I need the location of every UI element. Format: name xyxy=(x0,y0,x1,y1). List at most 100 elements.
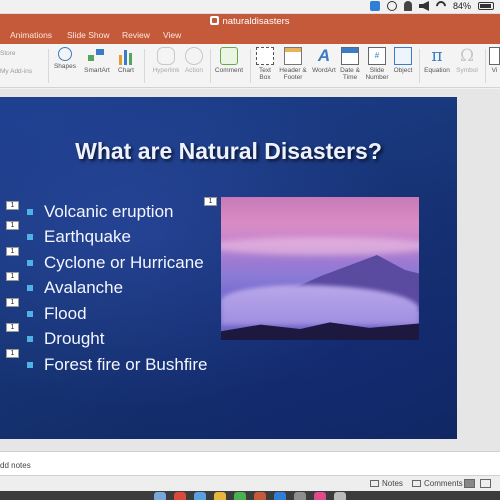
date-time-label: Date & Time xyxy=(340,67,360,81)
app-icon[interactable] xyxy=(174,492,186,500)
symbol-button[interactable]: Ω Symbol xyxy=(454,47,480,74)
text-box-button[interactable]: Text Box xyxy=(255,47,275,81)
animation-tag[interactable]: 1 xyxy=(6,298,19,307)
battery-percent: 84% xyxy=(452,1,471,11)
powerpoint-titlebar: naturaldisasters Animations Slide Show R… xyxy=(0,14,500,44)
action-icon xyxy=(185,47,203,65)
app-status-icon[interactable] xyxy=(369,1,380,11)
object-button[interactable]: Object xyxy=(392,47,414,74)
bullet-list[interactable]: Volcanic eruption Earthquake Cyclone or … xyxy=(27,199,207,378)
smartart-button[interactable]: SmartArt xyxy=(82,47,112,74)
photo-clouds xyxy=(221,237,419,255)
video-button[interactable]: Vi xyxy=(489,47,500,74)
bullet-text: Earthquake xyxy=(44,227,131,247)
app-icon[interactable] xyxy=(314,492,326,500)
app-icon[interactable] xyxy=(214,492,226,500)
slide[interactable]: What are Natural Disasters? Volcanic eru… xyxy=(0,97,457,439)
object-label: Object xyxy=(393,67,413,74)
animation-tag[interactable]: 1 xyxy=(6,247,19,256)
action-button[interactable]: Action xyxy=(183,47,205,74)
equation-button[interactable]: π Equation xyxy=(422,47,452,74)
trash-icon[interactable] xyxy=(334,492,346,500)
bullet-item[interactable]: Volcanic eruption xyxy=(27,199,207,225)
bullet-marker xyxy=(27,285,33,292)
bullet-item[interactable]: Avalanche xyxy=(27,276,207,302)
bullet-marker xyxy=(27,208,33,215)
finder-icon[interactable] xyxy=(154,492,166,500)
slide-sorter-icon[interactable] xyxy=(480,479,491,488)
notes-toggle-button[interactable]: Notes xyxy=(370,479,403,488)
app-icon[interactable] xyxy=(294,492,306,500)
notification-icon[interactable] xyxy=(403,1,412,11)
comment-button[interactable]: Comment xyxy=(214,47,244,74)
bullet-item[interactable]: Forest fire or Bushfire xyxy=(27,352,207,378)
date-time-button[interactable]: Date & Time xyxy=(339,47,361,81)
app-icon[interactable] xyxy=(194,492,206,500)
volume-icon[interactable] xyxy=(418,1,429,11)
text-box-label: Text Box xyxy=(259,67,271,81)
notes-label: Notes xyxy=(382,479,403,488)
animation-tag[interactable]: 1 xyxy=(6,272,19,281)
wifi-icon[interactable] xyxy=(433,0,449,14)
app-icon[interactable] xyxy=(234,492,246,500)
bullet-item[interactable]: Flood xyxy=(27,301,207,327)
notes-pane[interactable]: dd notes xyxy=(0,451,500,475)
bullet-item[interactable]: Cyclone or Hurricane xyxy=(27,250,207,276)
bullet-marker xyxy=(27,361,33,368)
comments-icon xyxy=(412,480,421,487)
slide-number-button[interactable]: # Slide Number xyxy=(364,47,390,81)
animation-tag[interactable]: 1 xyxy=(204,197,217,206)
animation-tag[interactable]: 1 xyxy=(6,201,19,210)
bullet-text: Forest fire or Bushfire xyxy=(44,354,208,374)
bullet-item[interactable]: Drought xyxy=(27,327,207,353)
status-icons: 84% xyxy=(369,0,494,14)
bullet-marker xyxy=(27,234,33,241)
chart-button[interactable]: Chart xyxy=(115,47,137,74)
my-addins-button[interactable]: My Add-ins xyxy=(0,68,32,75)
document-title: naturaldisasters xyxy=(0,16,500,27)
animation-tag[interactable]: 1 xyxy=(6,349,19,358)
ribbon-separator xyxy=(144,49,145,83)
date-time-icon xyxy=(341,47,359,65)
smartart-icon xyxy=(88,47,106,65)
header-footer-icon xyxy=(284,47,302,65)
bullet-item[interactable]: Earthquake xyxy=(27,225,207,251)
insert-ribbon: Store My Add-ins Shapes SmartArt Chart H… xyxy=(0,44,500,88)
animation-tag[interactable]: 1 xyxy=(6,221,19,230)
bullet-text: Volcanic eruption xyxy=(44,201,174,221)
object-icon xyxy=(394,47,412,65)
slide-title[interactable]: What are Natural Disasters? xyxy=(0,138,457,165)
battery-icon[interactable] xyxy=(478,2,494,10)
ribbon-separator xyxy=(210,49,211,83)
notes-icon xyxy=(370,480,379,487)
header-footer-label: Header & Footer xyxy=(279,67,307,81)
bullet-text: Avalanche xyxy=(44,278,124,298)
bullet-marker xyxy=(27,336,33,343)
hyperlink-button[interactable]: Hyperlink xyxy=(150,47,182,74)
status-bar: Notes Comments xyxy=(0,475,500,491)
tab-animations[interactable]: Animations xyxy=(10,30,52,40)
hyperlink-icon xyxy=(157,47,175,65)
smartart-label: SmartArt xyxy=(84,67,110,74)
text-box-icon xyxy=(256,47,274,65)
shapes-label: Shapes xyxy=(53,63,77,70)
tab-review[interactable]: Review xyxy=(122,30,150,40)
volcano-photo[interactable] xyxy=(221,197,419,340)
comments-toggle-button[interactable]: Comments xyxy=(412,479,463,488)
tab-view[interactable]: View xyxy=(163,30,181,40)
shapes-button[interactable]: Shapes xyxy=(52,47,78,70)
powerpoint-icon[interactable] xyxy=(254,492,266,500)
ribbon-separator xyxy=(419,49,420,83)
normal-view-icon[interactable] xyxy=(464,479,475,488)
bullet-marker xyxy=(27,310,33,317)
app-icon[interactable] xyxy=(274,492,286,500)
store-button[interactable]: Store xyxy=(0,50,16,57)
system-menu-bar: 84% xyxy=(0,0,500,14)
wordart-button[interactable]: A WordArt xyxy=(310,47,338,75)
tab-slide-show[interactable]: Slide Show xyxy=(67,30,110,40)
video-icon xyxy=(489,47,500,65)
animation-tag[interactable]: 1 xyxy=(6,323,19,332)
header-footer-button[interactable]: Header & Footer xyxy=(278,47,308,81)
sync-icon[interactable] xyxy=(386,1,397,11)
slide-number-icon: # xyxy=(368,47,386,65)
